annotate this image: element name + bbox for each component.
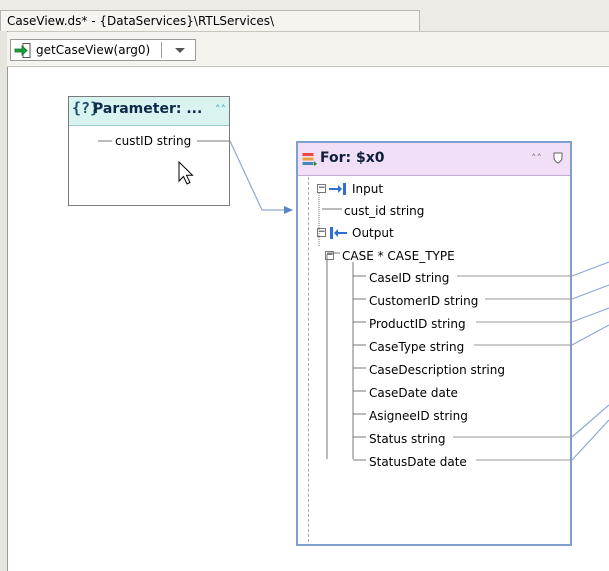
output-group-label[interactable]: CASE * CASE_TYPE xyxy=(342,249,455,263)
input-field[interactable]: cust_id string xyxy=(344,204,424,218)
output-field[interactable]: CaseDescription string xyxy=(369,363,505,377)
output-field[interactable]: CaseDate date xyxy=(369,386,458,400)
for-node[interactable]: For: $x0 ˄˄ − Input cust_id string − Out… xyxy=(296,141,572,546)
for-title: For: $x0 xyxy=(320,150,385,166)
for-loop-icon xyxy=(302,153,317,166)
chevron-down-icon[interactable] xyxy=(167,42,193,58)
shield-icon xyxy=(553,152,563,164)
output-label: Output xyxy=(352,226,394,240)
title-bar: CaseView.ds* - {DataServices}\RTLService… xyxy=(0,0,609,32)
combo-separator xyxy=(161,42,162,58)
output-field[interactable]: ProductID string xyxy=(369,317,466,331)
collapse-icon[interactable]: ˄˄ xyxy=(531,152,542,165)
editor-tab[interactable]: CaseView.ds* - {DataServices}\RTLService… xyxy=(0,10,420,31)
operation-selector[interactable]: getCaseView(arg0) xyxy=(10,39,196,61)
output-field[interactable]: StatusDate date xyxy=(369,455,467,469)
collapse-toggle-icon[interactable]: − xyxy=(325,251,334,260)
parameter-field[interactable]: custID string xyxy=(115,134,191,148)
output-field[interactable]: Status string xyxy=(369,432,446,446)
output-field[interactable]: CaseType string xyxy=(369,340,464,354)
scope-guide-line xyxy=(308,177,309,542)
editor-window: CaseView.ds* - {DataServices}\RTLService… xyxy=(0,0,609,571)
collapse-icon[interactable]: ˄˄ xyxy=(215,103,226,116)
parameter-title: Parameter: ... xyxy=(93,101,203,117)
mouse-cursor-icon xyxy=(178,161,194,185)
parameter-node[interactable]: {?} Parameter: ... ˄˄ custID string xyxy=(68,96,230,206)
green-arrow-icon xyxy=(14,43,31,58)
toolbar: getCaseView(arg0) xyxy=(7,32,609,67)
parameter-header[interactable]: {?} Parameter: ... ˄˄ xyxy=(69,97,229,126)
output-arrow-icon xyxy=(330,227,347,239)
operation-label: getCaseView(arg0) xyxy=(36,43,151,57)
left-gutter xyxy=(0,31,8,571)
output-field[interactable]: CaseID string xyxy=(369,271,449,285)
input-label: Input xyxy=(352,182,384,196)
collapse-toggle-icon[interactable]: − xyxy=(317,228,326,237)
output-field[interactable]: AsigneeID string xyxy=(369,409,468,423)
output-field[interactable]: CustomerID string xyxy=(369,294,478,308)
input-arrow-icon xyxy=(329,183,346,195)
collapse-toggle-icon[interactable]: − xyxy=(317,184,326,193)
for-header[interactable]: For: $x0 ˄˄ xyxy=(298,143,570,176)
